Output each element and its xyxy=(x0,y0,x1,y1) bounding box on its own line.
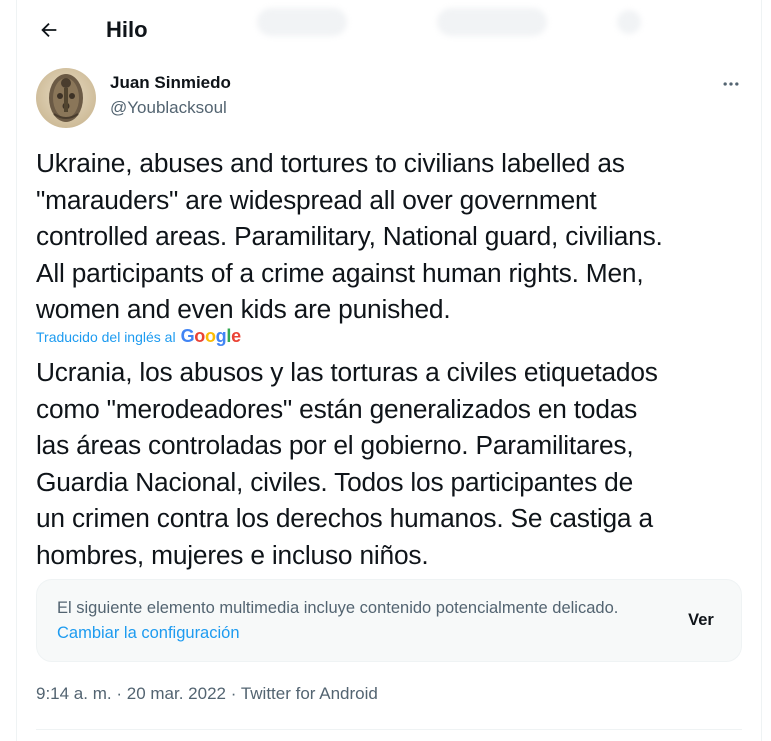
tweet-time[interactable]: 9:14 a. m. xyxy=(36,684,112,703)
translated-text: Ucrania, los abusos y las torturas a civ… xyxy=(36,357,658,570)
header: Hilo xyxy=(17,0,761,62)
avatar-image xyxy=(36,68,96,128)
back-button[interactable] xyxy=(31,12,67,48)
tweet-source[interactable]: Twitter for Android xyxy=(241,684,378,703)
divider xyxy=(36,729,742,730)
translation-attribution: Traducido del inglés al Google xyxy=(36,326,241,347)
translated-label: Traducido del inglés al xyxy=(36,328,176,345)
google-logo: Google xyxy=(180,326,242,346)
view-button[interactable]: Ver xyxy=(673,602,729,638)
sensitive-media-notice: El siguiente elemento multimedia incluye… xyxy=(36,579,742,662)
arrow-left-icon xyxy=(41,22,57,38)
tweet-text: Ukraine, abuses and tortures to civilian… xyxy=(36,148,663,324)
tweet-metadata: 9:14 a. m. · 20 mar. 2022 · Twitter for … xyxy=(36,684,378,704)
thread-column: Hilo Juan Sinmiedo @Youblacksoul Ukraine… xyxy=(16,0,762,741)
sensitive-warning-text: El siguiente elemento multimedia incluye… xyxy=(57,599,619,617)
more-horizontal-icon xyxy=(723,82,739,86)
change-settings-link[interactable]: Cambiar la configuración xyxy=(57,624,240,642)
meta-separator: · xyxy=(230,684,237,703)
sensitive-message: El siguiente elemento multimedia incluye… xyxy=(57,596,647,646)
author-name[interactable]: Juan Sinmiedo xyxy=(110,73,231,93)
meta-separator: · xyxy=(116,684,123,703)
tweet-date[interactable]: 20 mar. 2022 xyxy=(127,684,226,703)
more-button[interactable] xyxy=(717,70,745,98)
author-handle[interactable]: @Youblacksoul xyxy=(110,98,227,118)
page-title: Hilo xyxy=(106,17,148,42)
avatar[interactable] xyxy=(36,68,96,128)
